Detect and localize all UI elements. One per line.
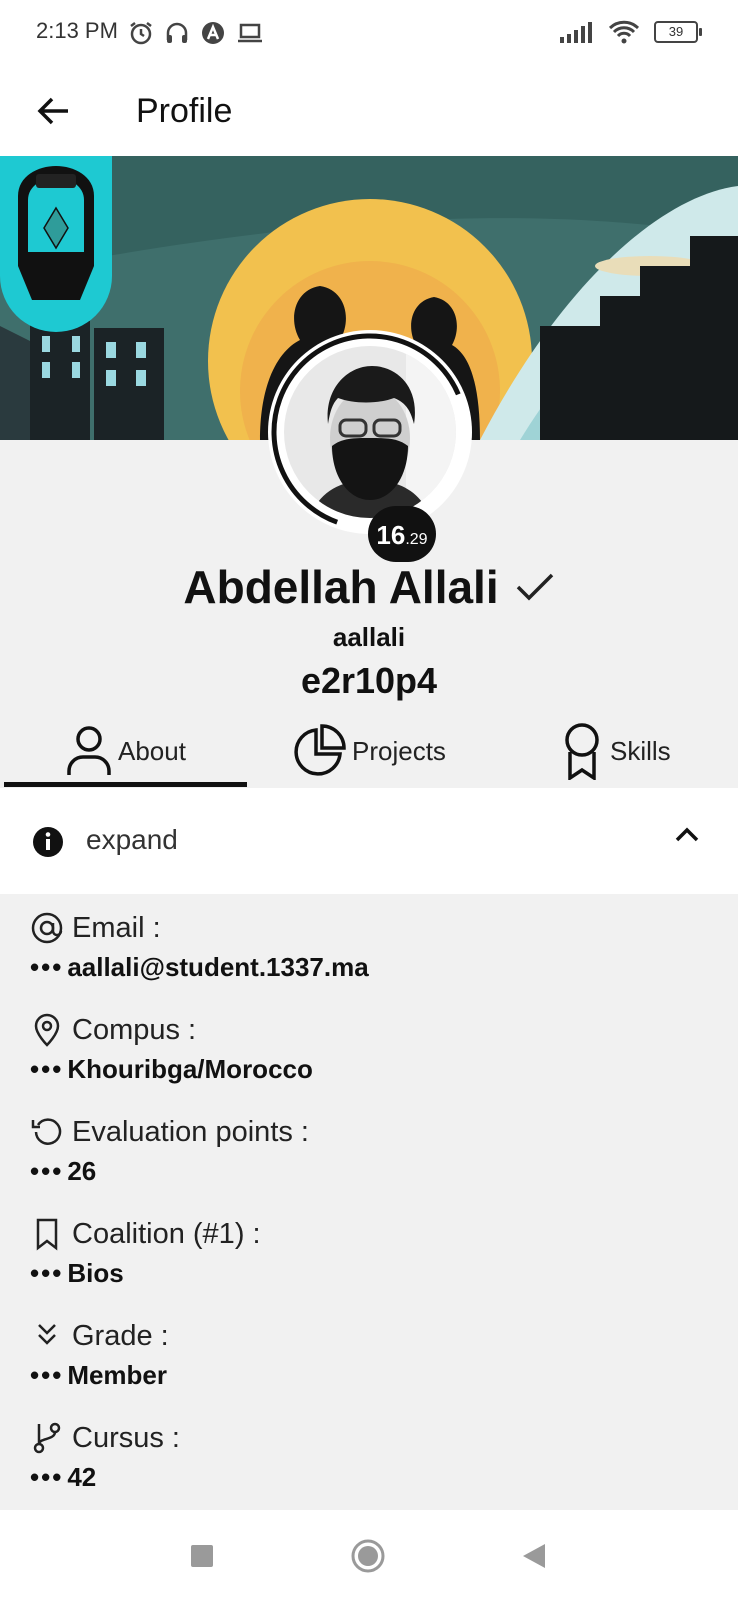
location-pin-icon	[34, 1013, 60, 1047]
signal-icon	[560, 22, 592, 43]
detail-value: 26	[67, 1156, 97, 1186]
tab-about[interactable]: About	[66, 718, 186, 784]
detail-campus: Compus : ••• Khouribga/Morocco	[30, 1013, 313, 1085]
level-badge: 16 .29	[368, 506, 436, 562]
laptop-icon	[238, 23, 262, 43]
profile-details: Email : ••• aallali@student.1337.ma Compu…	[0, 894, 738, 1510]
info-icon	[33, 827, 63, 857]
detail-value: Member	[67, 1360, 168, 1390]
detail-email: Email : ••• aallali@student.1337.ma	[30, 911, 369, 983]
level-fraction: .29	[405, 531, 428, 548]
home-button[interactable]	[348, 1536, 388, 1576]
detail-value: Bios	[67, 1258, 124, 1288]
detail-label: Grade :	[72, 1319, 169, 1352]
detail-label: Email :	[72, 911, 161, 944]
status-bar: 2:13 PM 39	[0, 0, 738, 66]
user-full-name: Abdellah Allali	[183, 561, 499, 613]
detail-label: Cursus :	[72, 1421, 180, 1454]
person-icon	[67, 726, 111, 775]
expand-label: expand	[86, 824, 178, 855]
detail-grade: Grade : ••• Member	[30, 1319, 169, 1391]
avatar-image	[268, 330, 472, 534]
history-icon	[31, 1118, 62, 1145]
page-title: Profile	[136, 92, 233, 130]
headphones-icon	[166, 22, 188, 43]
pie-chart-icon	[294, 724, 346, 776]
tab-skills-label: Skills	[610, 735, 671, 766]
active-tab-indicator	[4, 782, 247, 787]
home-circle-icon	[351, 1539, 385, 1573]
avatar	[266, 328, 474, 536]
alarm-icon	[130, 22, 152, 45]
award-icon	[565, 723, 599, 780]
git-branch-icon	[33, 1422, 61, 1454]
status-time: 2:13 PM	[36, 18, 118, 43]
chevron-up-icon[interactable]	[674, 824, 700, 844]
tab-projects-label: Projects	[352, 735, 446, 766]
app-bar: Profile	[0, 66, 738, 156]
tab-about-label: About	[118, 735, 186, 766]
arrow-left-icon	[37, 97, 68, 125]
detail-label: Coalition (#1) :	[72, 1217, 261, 1250]
at-icon	[31, 912, 63, 944]
detail-value: Khouribga/Morocco	[67, 1054, 313, 1084]
bookmark-icon	[36, 1218, 58, 1251]
detail-label: Evaluation points :	[72, 1115, 309, 1148]
system-nav-bar	[0, 1510, 738, 1600]
wifi-icon	[608, 20, 640, 44]
level-integer: 16	[376, 520, 406, 550]
back-button[interactable]	[28, 86, 78, 136]
profile-tabs: About Projects Skills	[0, 718, 738, 788]
battery-indicator: 39	[654, 21, 702, 43]
checkmark-icon	[516, 573, 553, 601]
detail-value: aallali@student.1337.ma	[67, 952, 369, 982]
user-location: e2r10p4	[300, 660, 438, 701]
tab-projects[interactable]: Projects	[292, 718, 446, 784]
square-icon	[191, 1545, 213, 1567]
user-login: aallali	[332, 622, 406, 652]
tab-skills[interactable]: Skills	[560, 718, 671, 784]
detail-label: Compus :	[72, 1013, 197, 1046]
detail-evaluation-points: Evaluation points : ••• 26	[30, 1115, 309, 1187]
double-chevron-down-icon	[38, 1324, 56, 1345]
detail-cursus: Cursus : ••• 42	[30, 1421, 180, 1493]
expand-toggle[interactable]: expand	[0, 788, 738, 894]
app-notification-icon	[202, 22, 224, 44]
detail-value: 42	[67, 1462, 97, 1492]
recents-button[interactable]	[182, 1536, 222, 1576]
detail-coalition: Coalition (#1) : ••• Bios	[30, 1217, 261, 1289]
back-nav-button[interactable]	[514, 1536, 554, 1576]
triangle-back-icon	[523, 1544, 545, 1568]
